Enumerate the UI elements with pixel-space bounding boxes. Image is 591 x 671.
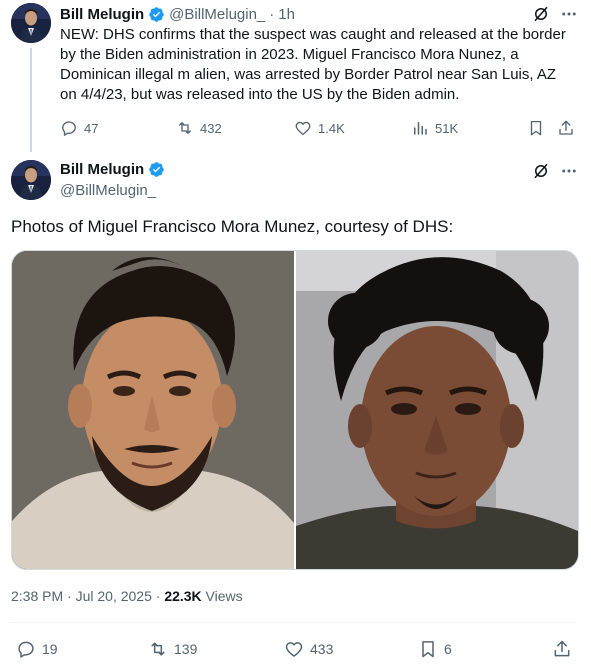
photo-right[interactable] — [296, 251, 578, 569]
views-count: 51K — [435, 120, 459, 136]
more-options-icon[interactable] — [560, 5, 578, 23]
reply-button[interactable]: 47 — [60, 119, 98, 137]
bookmark-button[interactable]: 6 — [418, 639, 452, 659]
post-time[interactable]: 1h — [278, 6, 295, 23]
verified-badge-icon — [148, 161, 165, 178]
reply-count: 47 — [84, 120, 99, 136]
heart-icon — [285, 642, 303, 657]
grok-icon[interactable] — [532, 162, 550, 180]
share-icon[interactable] — [557, 119, 575, 137]
bookmark-icon[interactable] — [527, 119, 545, 137]
photo-left[interactable] — [12, 251, 294, 569]
like-count: 433 — [310, 641, 334, 657]
like-button[interactable]: 1.4K — [294, 119, 345, 137]
reply-icon — [18, 641, 34, 658]
timestamp-line: 2:38 PM · Jul 20, 2025 · 22.3K Views — [11, 588, 243, 604]
like-button[interactable]: 433 — [284, 639, 333, 659]
tweet1-text: NEW: DHS confirms that the suspect was c… — [60, 26, 566, 103]
separator-dot: · — [269, 5, 275, 23]
author-handle[interactable]: @BillMelugin_ — [60, 182, 156, 199]
retweet-icon — [179, 122, 191, 134]
tweet2-text: Photos of Miguel Francisco Mora Munez, c… — [11, 217, 454, 236]
reply-button[interactable]: 19 — [16, 639, 58, 659]
thread-line — [30, 48, 32, 152]
bookmark-count: 6 — [444, 641, 452, 657]
media-grid — [11, 250, 579, 570]
avatar[interactable] — [11, 3, 51, 43]
heart-icon — [295, 121, 311, 136]
author-handle[interactable]: @BillMelugin_ — [169, 6, 265, 23]
retweet-button[interactable]: 139 — [148, 639, 197, 659]
retweet-count: 432 — [200, 120, 222, 136]
grok-icon[interactable] — [532, 5, 550, 23]
views-count: 22.3K — [164, 588, 202, 604]
views-button[interactable]: 51K — [411, 119, 458, 137]
divider — [11, 622, 577, 623]
author-name[interactable]: Bill Melugin — [60, 161, 144, 178]
author-name[interactable]: Bill Melugin — [60, 6, 144, 23]
reply-count: 19 — [42, 641, 58, 657]
reply-icon — [62, 121, 76, 136]
tweet2-author: Bill Melugin — [60, 161, 165, 178]
retweet-button[interactable]: 432 — [176, 119, 222, 137]
like-count: 1.4K — [318, 120, 345, 136]
post-timestamp[interactable]: 2:38 PM · Jul 20, 2025 · — [11, 588, 164, 604]
retweet-count: 139 — [174, 641, 198, 657]
bookmark-icon — [422, 641, 434, 658]
analytics-icon — [414, 122, 427, 135]
views-label: Views — [201, 588, 243, 604]
more-options-icon[interactable] — [560, 162, 578, 180]
retweet-icon — [151, 642, 165, 656]
verified-badge-icon — [148, 6, 165, 23]
avatar[interactable] — [11, 160, 51, 200]
tweet1-header: Bill Melugin @BillMelugin_ · 1h — [60, 4, 295, 24]
share-icon[interactable] — [552, 639, 572, 659]
